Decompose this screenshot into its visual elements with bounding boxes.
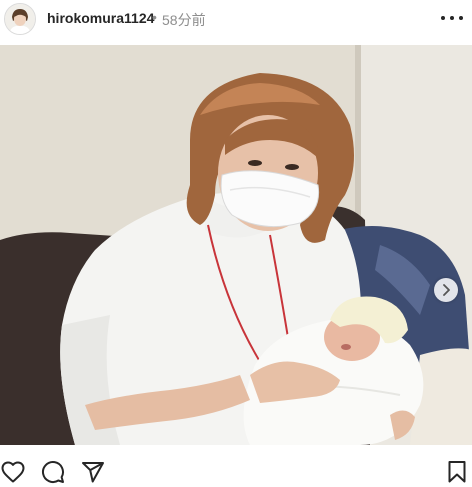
separator-dot: • [152,9,157,25]
more-options-icon [441,16,463,20]
post-header: hirokomura1124 • 58分前 [0,0,472,40]
instagram-post: hirokomura1124 • 58分前 [0,0,472,487]
comment-icon [42,461,64,484]
send-icon [82,462,104,483]
avatar[interactable] [4,3,36,35]
heart-icon [1,461,25,483]
like-button[interactable] [0,459,26,485]
chevron-right-icon [443,284,450,296]
username-link[interactable]: hirokomura1124 [47,10,154,26]
share-button[interactable] [80,459,106,485]
comment-button[interactable] [40,459,66,485]
more-options-button[interactable] [438,6,466,30]
post-actions [0,455,472,487]
post-media[interactable] [0,45,472,445]
post-timestamp[interactable]: 58分前 [162,10,206,30]
carousel-next-button[interactable] [434,278,458,302]
save-button[interactable] [444,459,470,485]
bookmark-icon [448,461,466,483]
post-photo [0,45,472,445]
avatar-image [5,4,35,34]
